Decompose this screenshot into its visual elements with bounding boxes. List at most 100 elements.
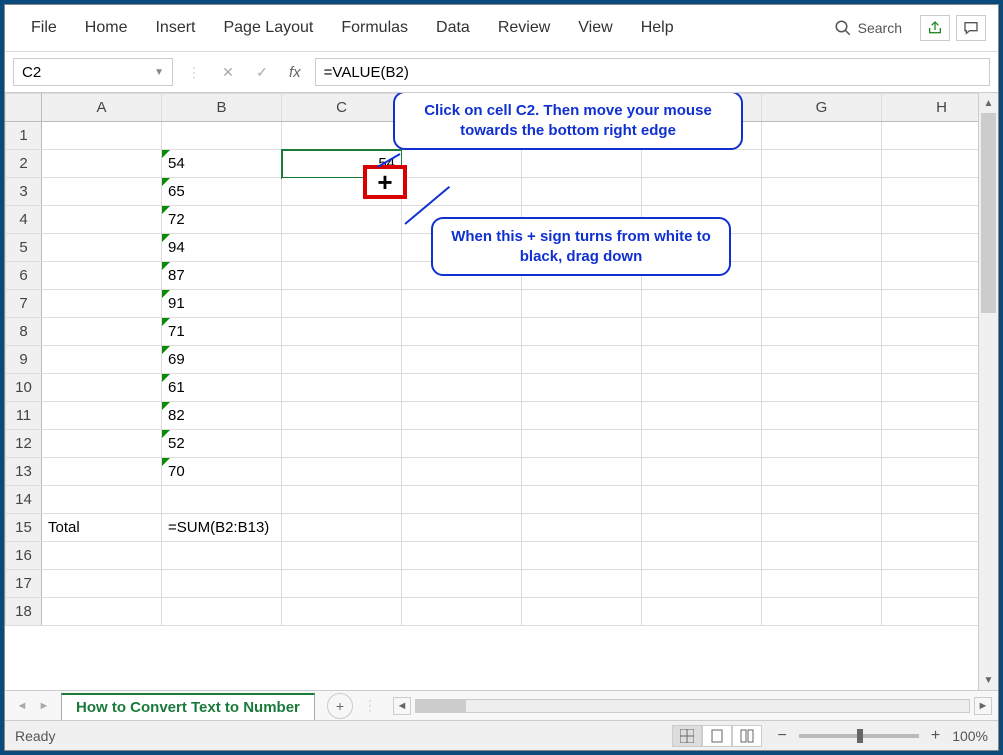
cell-F15[interactable] bbox=[642, 514, 762, 542]
cell-C8[interactable] bbox=[282, 318, 402, 346]
cell-C15[interactable] bbox=[282, 514, 402, 542]
cell-H11[interactable] bbox=[882, 402, 979, 430]
row-header-4[interactable]: 4 bbox=[6, 206, 42, 234]
cell-G4[interactable] bbox=[762, 206, 882, 234]
menu-review[interactable]: Review bbox=[484, 13, 564, 43]
cell-A3[interactable] bbox=[42, 178, 162, 206]
cell-A1[interactable] bbox=[42, 122, 162, 150]
cell-F14[interactable] bbox=[642, 486, 762, 514]
column-header-H[interactable]: H bbox=[882, 94, 979, 122]
cell-B1[interactable] bbox=[162, 122, 282, 150]
cell-H14[interactable] bbox=[882, 486, 979, 514]
cell-G18[interactable] bbox=[762, 598, 882, 626]
cell-E10[interactable] bbox=[522, 374, 642, 402]
comments-button[interactable] bbox=[956, 15, 986, 41]
add-sheet-button[interactable]: + bbox=[327, 693, 353, 719]
zoom-in-button[interactable]: + bbox=[927, 727, 944, 745]
cell-G5[interactable] bbox=[762, 234, 882, 262]
cell-B12[interactable]: 52 bbox=[162, 430, 282, 458]
cell-D8[interactable] bbox=[402, 318, 522, 346]
vscroll-thumb[interactable] bbox=[981, 113, 996, 313]
search-box[interactable]: Search bbox=[826, 15, 910, 41]
cell-F3[interactable] bbox=[642, 178, 762, 206]
horizontal-scrollbar[interactable]: ◄ ► bbox=[387, 697, 998, 715]
spreadsheet-grid[interactable]: ABCDEFGHI1254543654725946877918719691061… bbox=[5, 93, 978, 690]
cell-G3[interactable] bbox=[762, 178, 882, 206]
cell-G6[interactable] bbox=[762, 262, 882, 290]
cell-G1[interactable] bbox=[762, 122, 882, 150]
cell-B3[interactable]: 65 bbox=[162, 178, 282, 206]
cell-F2[interactable] bbox=[642, 150, 762, 178]
select-all-corner[interactable] bbox=[6, 94, 42, 122]
cell-D12[interactable] bbox=[402, 430, 522, 458]
cell-G9[interactable] bbox=[762, 346, 882, 374]
menu-help[interactable]: Help bbox=[627, 13, 688, 43]
cell-C12[interactable] bbox=[282, 430, 402, 458]
cell-E11[interactable] bbox=[522, 402, 642, 430]
cell-C16[interactable] bbox=[282, 542, 402, 570]
cancel-button[interactable]: ✕ bbox=[215, 59, 241, 85]
cell-G16[interactable] bbox=[762, 542, 882, 570]
cell-B8[interactable]: 71 bbox=[162, 318, 282, 346]
row-header-2[interactable]: 2 bbox=[6, 150, 42, 178]
cell-D3[interactable] bbox=[402, 178, 522, 206]
zoom-out-button[interactable]: − bbox=[774, 727, 791, 745]
cell-A5[interactable] bbox=[42, 234, 162, 262]
row-header-1[interactable]: 1 bbox=[6, 122, 42, 150]
cell-E9[interactable] bbox=[522, 346, 642, 374]
cell-B11[interactable]: 82 bbox=[162, 402, 282, 430]
cell-H7[interactable] bbox=[882, 290, 979, 318]
cell-C7[interactable] bbox=[282, 290, 402, 318]
cell-A18[interactable] bbox=[42, 598, 162, 626]
row-header-15[interactable]: 15 bbox=[6, 514, 42, 542]
cell-H2[interactable] bbox=[882, 150, 979, 178]
cell-C10[interactable] bbox=[282, 374, 402, 402]
cell-F9[interactable] bbox=[642, 346, 762, 374]
row-header-7[interactable]: 7 bbox=[6, 290, 42, 318]
cell-A13[interactable] bbox=[42, 458, 162, 486]
cell-A8[interactable] bbox=[42, 318, 162, 346]
cell-E12[interactable] bbox=[522, 430, 642, 458]
cell-E13[interactable] bbox=[522, 458, 642, 486]
cell-H5[interactable] bbox=[882, 234, 979, 262]
cell-D15[interactable] bbox=[402, 514, 522, 542]
row-header-12[interactable]: 12 bbox=[6, 430, 42, 458]
fx-label[interactable]: fx bbox=[283, 64, 307, 81]
menu-page-layout[interactable]: Page Layout bbox=[209, 13, 327, 43]
cell-D17[interactable] bbox=[402, 570, 522, 598]
zoom-slider[interactable] bbox=[799, 734, 919, 738]
formula-input[interactable] bbox=[315, 58, 990, 86]
cell-H9[interactable] bbox=[882, 346, 979, 374]
row-header-16[interactable]: 16 bbox=[6, 542, 42, 570]
cell-D7[interactable] bbox=[402, 290, 522, 318]
tab-nav-prev[interactable]: ◄ bbox=[11, 695, 33, 717]
cell-A16[interactable] bbox=[42, 542, 162, 570]
cell-A10[interactable] bbox=[42, 374, 162, 402]
cell-C5[interactable] bbox=[282, 234, 402, 262]
cell-B5[interactable]: 94 bbox=[162, 234, 282, 262]
menu-home[interactable]: Home bbox=[71, 13, 142, 43]
cell-F12[interactable] bbox=[642, 430, 762, 458]
column-header-C[interactable]: C bbox=[282, 94, 402, 122]
cell-G7[interactable] bbox=[762, 290, 882, 318]
cell-H4[interactable] bbox=[882, 206, 979, 234]
cell-A12[interactable] bbox=[42, 430, 162, 458]
cell-A6[interactable] bbox=[42, 262, 162, 290]
cell-E7[interactable] bbox=[522, 290, 642, 318]
cell-A17[interactable] bbox=[42, 570, 162, 598]
menu-view[interactable]: View bbox=[564, 13, 626, 43]
cell-G10[interactable] bbox=[762, 374, 882, 402]
menu-data[interactable]: Data bbox=[422, 13, 484, 43]
cell-D13[interactable] bbox=[402, 458, 522, 486]
vertical-scrollbar[interactable]: ▲ ▼ bbox=[978, 93, 998, 690]
row-header-17[interactable]: 17 bbox=[6, 570, 42, 598]
cell-F16[interactable] bbox=[642, 542, 762, 570]
cell-B10[interactable]: 61 bbox=[162, 374, 282, 402]
cell-F10[interactable] bbox=[642, 374, 762, 402]
cell-E18[interactable] bbox=[522, 598, 642, 626]
cell-C13[interactable] bbox=[282, 458, 402, 486]
row-header-8[interactable]: 8 bbox=[6, 318, 42, 346]
cell-B13[interactable]: 70 bbox=[162, 458, 282, 486]
cell-F13[interactable] bbox=[642, 458, 762, 486]
cell-E16[interactable] bbox=[522, 542, 642, 570]
